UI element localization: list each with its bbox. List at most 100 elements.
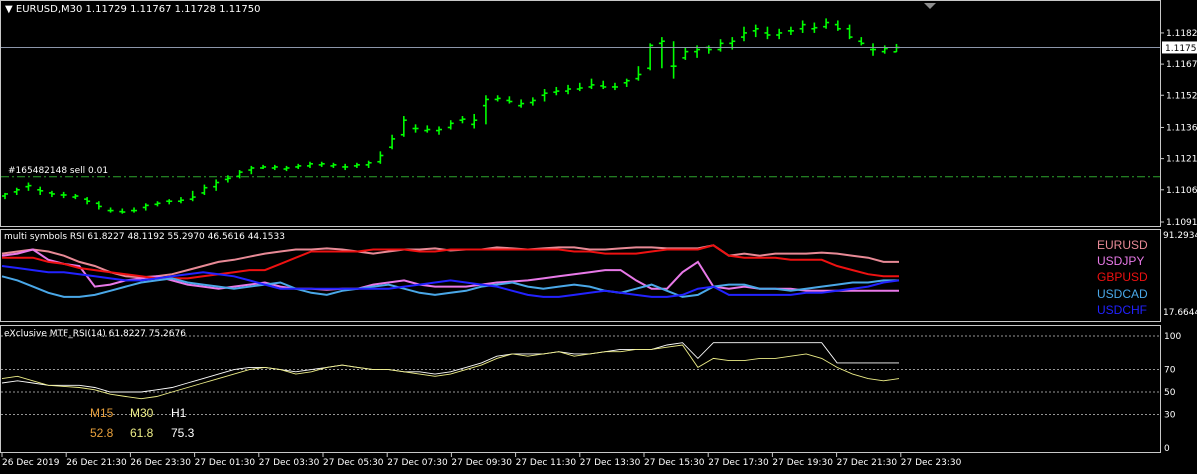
legend-usdjpy: USDJPY <box>1097 254 1145 268</box>
price-bar <box>611 82 618 91</box>
price-bar <box>213 179 220 191</box>
price-bar <box>541 89 548 102</box>
tf-h1-value: 75.3 <box>171 426 195 440</box>
price-bar <box>893 43 900 53</box>
time-axis-label: 27 Dec 21:30 <box>837 458 898 468</box>
price-bar <box>248 165 255 175</box>
price-bar <box>131 207 138 213</box>
price-bar <box>823 18 830 29</box>
price-bar <box>37 186 44 195</box>
price-tick-label: 1.10910 <box>1166 218 1197 228</box>
rsi-lines-group <box>1 244 900 298</box>
price-bar <box>682 47 689 60</box>
price-bar <box>717 39 724 52</box>
price-bar <box>260 164 267 170</box>
price-bar <box>13 187 20 195</box>
rsi-scale-min: 17.6644 <box>1163 308 1197 318</box>
price-bar <box>623 78 630 87</box>
price-bar <box>752 24 759 38</box>
tf-h1-label: H1 <box>171 406 187 420</box>
mtf-lines-group <box>1 342 900 400</box>
price-bar <box>858 37 865 46</box>
main-chart-header: ▼ EURUSD,M30 1.11729 1.11767 1.11728 1.1… <box>5 4 261 15</box>
time-axis-label: 26 Dec 23:30 <box>130 458 191 468</box>
price-bar <box>107 207 114 213</box>
legend-usdcad: USDCAD <box>1097 287 1148 301</box>
price-bar <box>295 163 302 170</box>
price-bar <box>48 190 55 198</box>
price-bar <box>834 20 841 31</box>
price-bar <box>529 97 536 106</box>
legend-usdchf: USDCHF <box>1097 303 1147 317</box>
price-tick-label: 1.11365 <box>1166 123 1197 133</box>
time-axis-label: 27 Dec 07:30 <box>387 458 448 468</box>
price-bar <box>787 26 794 36</box>
collapse-triangle-icon[interactable]: ▼ <box>5 4 13 15</box>
time-axis-label: 27 Dec 23:30 <box>901 458 962 468</box>
chart-shift-marker-icon[interactable] <box>924 3 936 9</box>
tf-m15-value: 52.8 <box>90 426 114 440</box>
time-axis-label: 27 Dec 13:30 <box>580 458 641 468</box>
legend-gbpusd: GBPUSD <box>1097 270 1148 284</box>
price-bar <box>166 199 173 205</box>
main-chart-frame <box>0 0 1161 227</box>
price-bar <box>201 184 208 195</box>
price-bar <box>494 95 501 102</box>
price-bar <box>84 197 91 205</box>
mtf-h1-line <box>1 342 899 393</box>
tf-m30-value: 61.8 <box>130 426 154 440</box>
mtf-scale-label: 100 <box>1164 332 1181 342</box>
price-bar <box>60 191 67 199</box>
price-bar <box>72 193 79 200</box>
time-axis-label: 27 Dec 19:30 <box>772 458 833 468</box>
price-bar <box>25 182 32 191</box>
price-bar <box>283 165 290 172</box>
price-tick-label: 1.11065 <box>1166 186 1197 196</box>
price-bar <box>389 134 396 150</box>
tf-m15-label: M15 <box>90 406 114 420</box>
price-bar <box>2 192 8 200</box>
price-bar <box>776 28 783 40</box>
time-axis-label: 27 Dec 01:30 <box>195 458 256 468</box>
mtf-scale-label: 30 <box>1164 410 1176 420</box>
price-tick-label: 1.11215 <box>1166 155 1197 165</box>
time-axis-label: 27 Dec 11:30 <box>516 458 577 468</box>
price-bar <box>740 26 747 42</box>
price-bar <box>588 78 595 90</box>
price-bar <box>600 80 607 90</box>
rsi-scale-max: 91.2934 <box>1163 231 1197 241</box>
price-bar <box>811 22 818 33</box>
price-bar <box>764 26 771 40</box>
mtf-panel-header: eXclusive MTF_RSI(14) 61.8227 75.2676 <box>4 329 186 339</box>
time-axis-label: 27 Dec 17:30 <box>708 458 769 468</box>
price-bar <box>377 151 384 164</box>
price-tick-label: 1.11820 <box>1166 29 1197 39</box>
time-axis-label: 27 Dec 15:30 <box>644 458 705 468</box>
price-scale: 1.11820 1.11670 1.11520 1.11365 1.11215 1.110… <box>1160 29 1197 228</box>
current-price-label: 1.11750 <box>1165 44 1197 54</box>
price-bar <box>353 162 360 168</box>
price-bar <box>318 161 325 167</box>
price-bar <box>506 96 513 104</box>
price-bar <box>553 86 560 96</box>
price-bar <box>424 125 431 133</box>
price-bar <box>870 43 877 56</box>
price-bar <box>635 66 642 81</box>
price-bar <box>365 160 372 168</box>
price-tick-label: 1.11520 <box>1166 91 1197 101</box>
time-axis-label: 26 Dec 2019 <box>2 458 60 468</box>
price-bar <box>412 124 419 133</box>
symbol-header-text: EURUSD,M30 1.11729 1.11767 1.11728 1.117… <box>15 4 261 15</box>
time-axis: 26 Dec 2019 26 Dec 21:30 26 Dec 23:30 27 De… <box>1 453 962 468</box>
price-bar <box>670 41 677 79</box>
price-bar <box>846 24 853 40</box>
time-axis-label: 26 Dec 21:30 <box>66 458 127 468</box>
mtf-scale-label: 50 <box>1164 388 1176 398</box>
price-bar <box>576 82 583 92</box>
mtf-scale-label: 0 <box>1164 444 1170 454</box>
price-bar <box>400 116 407 137</box>
price-bar <box>306 161 313 168</box>
price-bar <box>447 120 454 130</box>
price-bar <box>705 45 712 54</box>
price-bar <box>436 126 443 135</box>
